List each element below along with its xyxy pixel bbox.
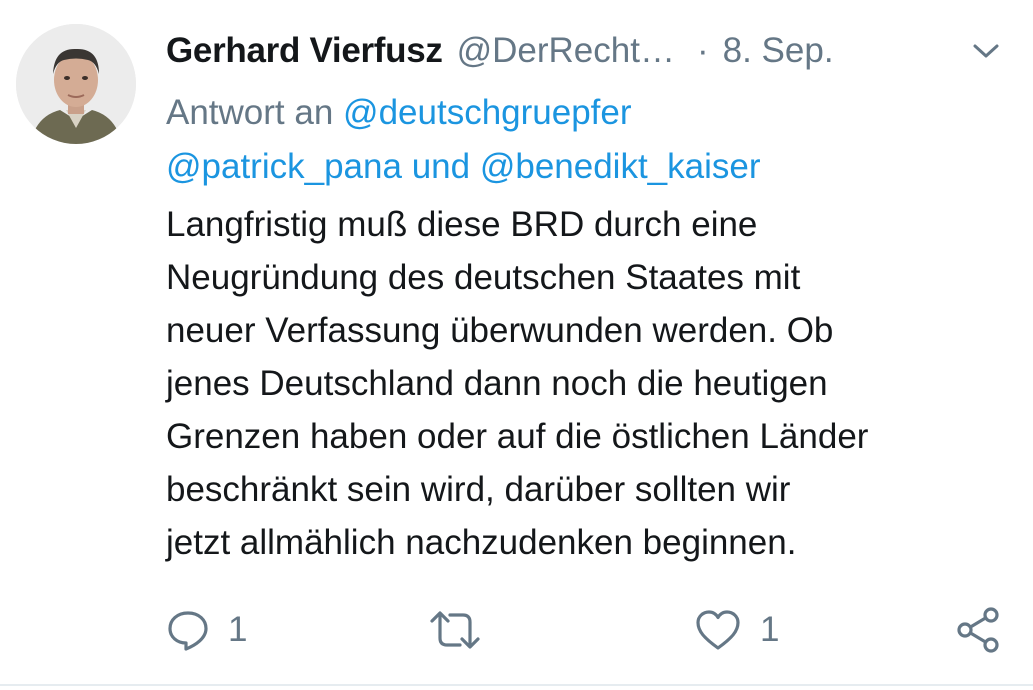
reply-button[interactable]: 1 [166,600,247,660]
reply-joiner[interactable]: und [412,147,470,186]
share-icon [957,607,999,653]
author-handle[interactable]: @DerRecht… [457,31,675,71]
tweet-text: Langfristig muß diese BRD durch eine Neu… [166,205,869,562]
avatar-photo [16,24,136,144]
tweet-header: Gerhard Vierfusz @DerRecht… · 8. Sep. [166,26,834,76]
tweet-actions: 1 1 [166,600,1016,660]
retweet-icon [430,611,480,649]
like-button[interactable]: 1 [694,600,779,660]
reply-mention-benedikt-kaiser[interactable]: @benedikt_kaiser [480,147,761,186]
more-options-button[interactable] [966,34,1006,68]
retweet-button[interactable] [428,600,482,660]
separator-dot: · [696,31,709,70]
like-count: 1 [760,610,780,649]
reply-mention-patrick-pana[interactable]: @patrick_pana [166,147,402,186]
tweet-date[interactable]: 8. Sep. [723,31,834,71]
reply-count: 1 [228,610,248,649]
chevron-down-icon [973,44,999,58]
like-icon [696,610,740,650]
reply-prefix: Antwort an [166,93,334,132]
reply-icon [168,611,208,651]
reply-mention-deutschgruepfer[interactable]: @deutschgruepfer [343,93,631,132]
tweet-divider [0,684,1033,686]
tweet[interactable]: Gerhard Vierfusz @DerRecht… · 8. Sep. An… [0,0,1033,690]
reply-context: Antwort an @deutschgruepfer @patrick_pan… [166,86,1006,194]
avatar[interactable] [16,24,136,144]
author-name[interactable]: Gerhard Vierfusz [166,31,443,71]
share-button[interactable] [954,600,1002,660]
